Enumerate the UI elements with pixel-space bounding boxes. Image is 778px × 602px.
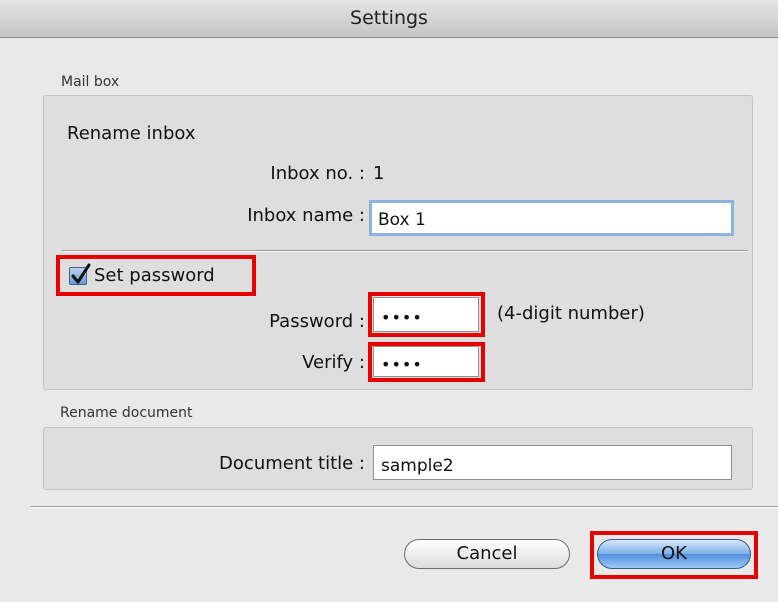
- checkmark-icon: [71, 263, 91, 284]
- inbox-name-label: Inbox name :: [247, 205, 365, 226]
- rename-inbox-heading: Rename inbox: [67, 123, 196, 144]
- inbox-no-value: 1: [373, 163, 385, 184]
- document-title-label: Document title :: [219, 453, 365, 474]
- password-mask: ••••: [381, 308, 423, 327]
- password-input[interactable]: ••••: [373, 297, 479, 332]
- password-label: Password :: [269, 311, 365, 332]
- inbox-name-input[interactable]: [369, 200, 734, 236]
- inbox-no-label: Inbox no. :: [270, 163, 365, 184]
- cancel-button-label: Cancel: [456, 543, 518, 564]
- mailbox-group-label: Mail box: [61, 74, 120, 90]
- ok-button-label: OK: [661, 543, 687, 564]
- document-group-label: Rename document: [60, 405, 193, 421]
- set-password-label[interactable]: Set password: [94, 265, 215, 286]
- document-title-input[interactable]: [373, 445, 732, 480]
- ok-button[interactable]: OK: [597, 539, 751, 569]
- verify-label: Verify :: [302, 352, 365, 373]
- verify-mask: ••••: [381, 355, 423, 374]
- window-title: Settings: [350, 7, 428, 29]
- divider-highlight: [62, 251, 748, 252]
- footer-divider-highlight: [30, 507, 778, 508]
- verify-input[interactable]: ••••: [373, 346, 479, 377]
- cancel-button[interactable]: Cancel: [404, 539, 570, 569]
- password-hint: (4-digit number): [497, 303, 645, 324]
- window-titlebar: Settings: [0, 0, 778, 38]
- set-password-checkbox[interactable]: [69, 263, 91, 285]
